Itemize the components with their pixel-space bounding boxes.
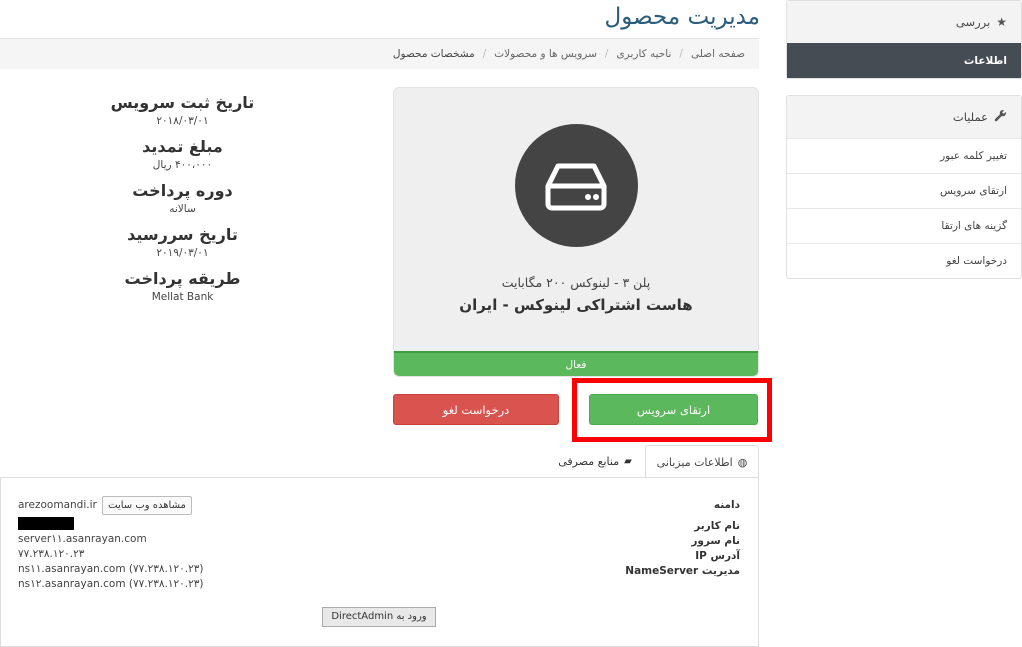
tab-label: اطلاعات میزبانی: [656, 455, 733, 469]
breadcrumb-current: مشخصات محصول: [392, 48, 475, 60]
payment-method-value: Mellat Bank: [151, 291, 214, 303]
breadcrumb-services[interactable]: سرویس ها و محصولات: [494, 48, 597, 60]
service-info: تاریخ ثبت سرویس ۲۰۱۸/۰۳/۰۱ مبلغ تمدید ۴۰…: [60, 92, 305, 312]
tab-hosting-info[interactable]: ◍ اطلاعات میزبانی: [645, 445, 759, 478]
username-redacted: [18, 517, 74, 530]
sidebar-item-label: تغییر کلمه عبور: [940, 150, 1007, 162]
breadcrumb-home[interactable]: صفحه اصلی: [691, 48, 745, 60]
sidebar-item-label: اطلاعات: [963, 54, 1007, 67]
directadmin-login-button[interactable]: ورود به DirectAdmin: [322, 607, 436, 627]
renewal-amount-value: ۴۰۰،۰۰۰ ریال: [152, 159, 213, 171]
payment-method-label: طریقه پرداخت: [124, 269, 241, 288]
tab-resources[interactable]: ▰ منابع مصرفی: [547, 445, 643, 478]
sidebar-overview-title: بررسی: [955, 15, 991, 29]
billing-cycle-label: دوره پرداخت: [132, 181, 233, 200]
sidebar-overview-panel: ★ بررسی اطلاعات: [786, 0, 1022, 79]
nameserver-2-value: ns۱۲.asanrayan.com (۷۷.۲۳۸.۱۲۰.۲۳): [18, 578, 204, 590]
sidebar-item-change-password[interactable]: تغییر کلمه عبور: [787, 138, 1021, 173]
server-name-label: نام سرور: [691, 535, 740, 547]
ip-value: ۷۷.۲۳۸.۱۲۰.۲۳: [18, 548, 85, 560]
username-label: نام کاربر: [694, 520, 740, 532]
domain-label: دامنه: [713, 499, 740, 511]
sidebar-item-label: گزینه های ارتقا: [941, 220, 1007, 232]
hdd-icon: ▰: [624, 456, 632, 467]
sidebar-actions-title: عملیات: [952, 110, 988, 124]
highlight-box: [572, 378, 772, 442]
view-website-button[interactable]: مشاهده وب سایت: [102, 496, 192, 515]
domain-value: arezoomandi.ir: [18, 499, 97, 511]
ip-address-label: آدرس IP: [695, 550, 740, 562]
status-badge: فعال: [394, 351, 758, 376]
sidebar-item-upgrade-service[interactable]: ارتقای سرویس: [787, 173, 1021, 208]
billing-cycle-value: سالانه: [169, 203, 196, 215]
nameserver-1-value: ns۱۱.asanrayan.com (۷۷.۲۳۸.۱۲۰.۲۳): [18, 563, 204, 575]
page-title: مدیریت محصول: [604, 4, 761, 30]
sidebar-actions-header: عملیات: [787, 96, 1021, 138]
due-date-value: ۲۰۱۹/۰۳/۰۱: [156, 247, 209, 259]
product-icon-circle: [515, 124, 638, 247]
nameserver-label: مدیریت NameServer: [625, 565, 740, 577]
product-card: پلن ۳ - لینوکس ۲۰۰ مگابایت هاست اشتراکی …: [393, 87, 759, 377]
registration-date-value: ۲۰۱۸/۰۳/۰۱: [156, 115, 209, 127]
renewal-amount-label: مبلغ تمدید: [142, 137, 223, 156]
sidebar-overview-header: ★ بررسی: [787, 1, 1021, 43]
breadcrumb-separator: /: [604, 48, 609, 60]
hosting-labels: دامنه نام کاربر نام سرور آدرس IP مدیریت …: [600, 498, 740, 579]
server-value: server۱۱.asanrayan.com: [18, 533, 147, 545]
product-name: هاست اشتراکی لینوکس - ایران: [459, 296, 693, 314]
sidebar-item-label: ارتقای سرویس: [940, 185, 1007, 197]
server-drive-icon: [545, 163, 607, 211]
breadcrumb-separator: /: [679, 48, 683, 60]
globe-icon: ◍: [737, 455, 748, 469]
tab-label: منابع مصرفی: [558, 455, 620, 468]
wrench-icon: [994, 109, 1007, 125]
registration-date-label: تاریخ ثبت سرویس: [110, 93, 255, 112]
breadcrumb: صفحه اصلی / ناحیه کاربری / سرویس ها و مح…: [0, 38, 759, 69]
cancel-request-button[interactable]: درخواست لغو: [393, 394, 559, 425]
due-date-label: تاریخ سررسید: [127, 225, 238, 244]
sidebar-item-info[interactable]: اطلاعات: [787, 43, 1021, 78]
breadcrumb-separator: /: [482, 48, 487, 60]
sidebar-item-cancel-request[interactable]: درخواست لغو: [787, 243, 1021, 278]
product-plan: پلن ۳ - لینوکس ۲۰۰ مگابایت: [501, 275, 651, 290]
sidebar-item-upgrade-options[interactable]: گزینه های ارتقا: [787, 208, 1021, 243]
sidebar-actions-panel: عملیات تغییر کلمه عبور ارتقای سرویس گزین…: [786, 95, 1022, 279]
hosting-values: arezoomandi.ir مشاهده وب سایت server۱۱.a…: [18, 496, 204, 592]
sidebar-item-label: درخواست لغو: [946, 255, 1007, 267]
star-icon: ★: [996, 15, 1007, 29]
breadcrumb-client-area[interactable]: ناحیه کاربری: [616, 48, 671, 60]
